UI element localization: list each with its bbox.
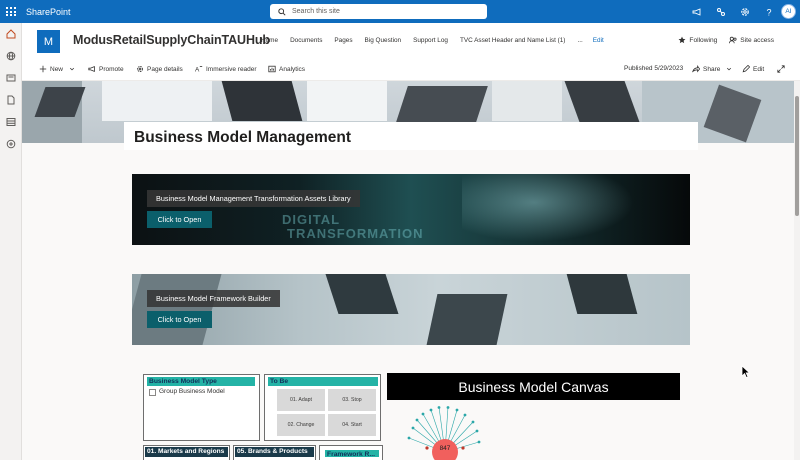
central-node-value: 847 xyxy=(439,445,451,452)
published-status: Published 5/29/2023 xyxy=(624,65,684,72)
assets-library-open-button[interactable]: Click to Open xyxy=(147,211,212,228)
megaphone-icon xyxy=(88,66,95,72)
nav-more[interactable]: ... xyxy=(577,37,582,44)
group-business-model-label: Group Business Model xyxy=(159,388,225,395)
page-title: Business Model Management xyxy=(134,129,352,146)
search-icon xyxy=(278,7,286,16)
framework-panel: Framework R... xyxy=(319,445,383,460)
following-button[interactable]: Following xyxy=(678,36,717,44)
home-icon[interactable] xyxy=(0,23,22,45)
stop-cell[interactable]: 03. Stop xyxy=(328,389,376,411)
chevron-down-icon xyxy=(69,67,75,71)
immersive-reader-button[interactable]: A Immersive reader xyxy=(195,65,257,74)
news-icon[interactable] xyxy=(0,67,22,89)
gear-icon xyxy=(137,66,143,72)
add-icon[interactable] xyxy=(0,133,22,155)
edit-button[interactable]: Edit xyxy=(742,65,764,73)
page-content: Business Model Management DIGITAL TRANSF… xyxy=(22,81,794,460)
assets-library-banner[interactable]: DIGITAL TRANSFORMATION Business Model Ma… xyxy=(132,174,690,245)
svg-text:A: A xyxy=(195,66,200,73)
nav-big-question[interactable]: Big Question xyxy=(365,37,402,44)
start-cell[interactable]: 04. Start xyxy=(328,414,376,436)
share-button[interactable]: Share xyxy=(692,65,735,73)
framework-builder-open-button[interactable]: Click to Open xyxy=(147,311,212,328)
document-icon[interactable] xyxy=(0,89,22,111)
megaphone-icon[interactable] xyxy=(685,0,709,23)
people-icon xyxy=(729,36,737,44)
business-model-type-header: Business Model Type xyxy=(147,377,255,386)
app-bar xyxy=(0,23,22,460)
page-details-button[interactable]: Page details xyxy=(136,65,183,73)
group-business-model-checkbox[interactable] xyxy=(149,389,156,396)
mouse-cursor-icon xyxy=(741,365,751,379)
framework-builder-banner[interactable]: Business Model Framework Builder Click t… xyxy=(132,274,690,345)
chevron-down-icon xyxy=(727,67,732,71)
to-be-header: To Be xyxy=(268,377,378,386)
star-icon xyxy=(678,36,686,44)
nav-home[interactable]: Home xyxy=(261,37,278,44)
app-launcher-icon[interactable] xyxy=(0,0,22,23)
list-icon[interactable] xyxy=(0,111,22,133)
nav-documents[interactable]: Documents xyxy=(290,37,322,44)
suite-bar: SharePoint Search this site ? AI xyxy=(0,0,800,23)
brands-products-panel: 05. Brands & Products xyxy=(233,445,316,460)
site-header: M ModusRetailSupplyChainTAUHub Home Docu… xyxy=(22,23,800,60)
nav-edit-link[interactable]: Edit xyxy=(593,37,604,44)
plus-icon xyxy=(39,65,47,73)
markets-regions-panel: 01. Markets and Regions xyxy=(143,445,230,460)
svg-text:?: ? xyxy=(767,7,772,17)
network-icon[interactable] xyxy=(709,0,733,23)
framework-header: Framework R... xyxy=(324,449,380,458)
search-placeholder: Search this site xyxy=(292,8,340,15)
site-navigation: Home Documents Pages Big Question Suppor… xyxy=(261,37,616,44)
settings-icon[interactable] xyxy=(733,0,757,23)
promote-button[interactable]: Promote xyxy=(88,65,124,73)
command-bar: New Promote Page details A Immersive rea… xyxy=(22,60,800,81)
site-logo[interactable]: M xyxy=(37,30,60,53)
site-title[interactable]: ModusRetailSupplyChainTAUHub xyxy=(73,33,270,47)
app-name[interactable]: SharePoint xyxy=(26,7,71,17)
user-avatar[interactable]: AI xyxy=(781,4,796,19)
adapt-cell[interactable]: 01. Adapt xyxy=(277,389,325,411)
page-scrollbar-thumb[interactable] xyxy=(795,96,799,216)
nav-pages[interactable]: Pages xyxy=(334,37,352,44)
brands-products-header: 05. Brands & Products xyxy=(235,447,314,457)
business-model-canvas-title: Business Model Canvas xyxy=(387,373,680,400)
site-access-button[interactable]: Site access xyxy=(729,36,774,44)
framework-builder-label: Business Model Framework Builder xyxy=(147,290,280,307)
reader-icon: A xyxy=(195,66,203,73)
business-model-type-panel: Business Model Type Group Business Model xyxy=(143,374,260,441)
search-box[interactable]: Search this site xyxy=(270,4,487,19)
nav-tvc-asset-list[interactable]: TVC Asset Header and Name List (1) xyxy=(460,37,566,44)
globe-icon[interactable] xyxy=(0,45,22,67)
analytics-icon xyxy=(268,65,276,73)
share-icon xyxy=(692,65,700,73)
to-be-panel: To Be 01. Adapt 03. Stop 02. Change 04. … xyxy=(264,374,381,441)
expand-icon[interactable] xyxy=(777,65,788,73)
help-icon[interactable]: ? xyxy=(757,0,781,23)
analytics-button[interactable]: Analytics xyxy=(268,65,305,73)
nav-support-log[interactable]: Support Log xyxy=(413,37,448,44)
new-button[interactable]: New xyxy=(39,65,78,73)
assets-library-label: Business Model Management Transformation… xyxy=(147,190,360,207)
change-cell[interactable]: 02. Change xyxy=(277,414,325,436)
markets-regions-header: 01. Markets and Regions xyxy=(145,447,228,457)
pencil-icon xyxy=(742,65,750,73)
